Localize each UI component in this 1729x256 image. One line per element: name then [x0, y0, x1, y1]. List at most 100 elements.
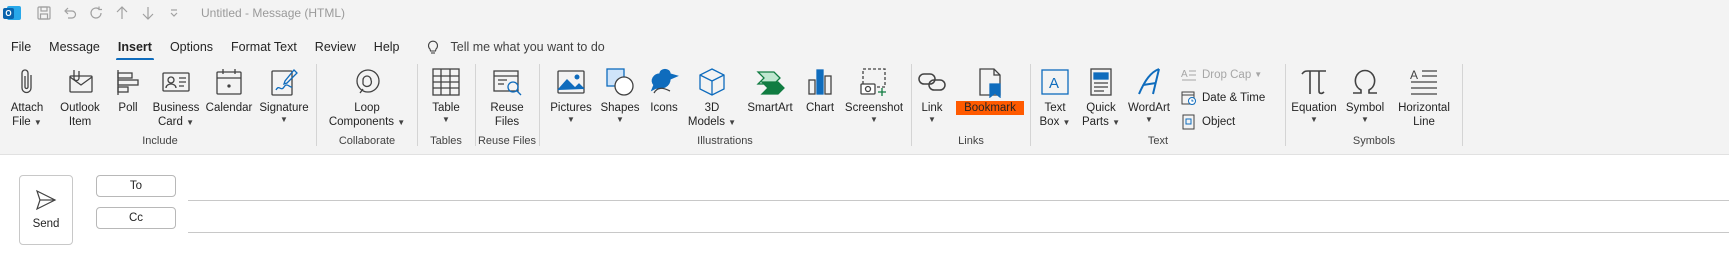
chevron-down-icon: ▼: [1310, 115, 1318, 124]
business-card-button[interactable]: Business Card ▼: [148, 64, 204, 129]
loop-components-button[interactable]: Loop Components ▼: [324, 64, 410, 129]
symbol-button[interactable]: Symbol ▼: [1342, 64, 1388, 125]
compose-area: Send To Cc: [0, 154, 1729, 256]
smartart-label: SmartArt: [747, 102, 793, 114]
outlook-item-label-2: Item: [68, 116, 92, 128]
horizontal-line-button[interactable]: A Horizontal Line: [1390, 64, 1458, 129]
to-field[interactable]: [188, 200, 1729, 201]
tell-me-search[interactable]: Tell me what you want to do: [425, 39, 605, 55]
ribbon-separator: [1462, 64, 1463, 146]
send-button[interactable]: Send: [19, 175, 73, 245]
object-button[interactable]: Object: [1181, 111, 1235, 133]
tab-message[interactable]: Message: [43, 36, 106, 58]
group-symbols: Equation ▼ Symbol ▼ A Horizontal Line Sy…: [1286, 60, 1462, 150]
3d-models-button[interactable]: 3D Models ▼: [686, 64, 738, 129]
down-arrow-icon[interactable]: [135, 1, 161, 25]
chevron-down-icon: ▼: [616, 115, 624, 124]
outlook-logo-icon: O: [3, 4, 21, 22]
attach-file-button[interactable]: Attach File ▼: [8, 64, 46, 129]
tab-review[interactable]: Review: [309, 36, 362, 58]
cc-field[interactable]: [188, 232, 1729, 233]
quick-parts-button[interactable]: Quick Parts ▼: [1079, 64, 1123, 129]
tab-help[interactable]: Help: [368, 36, 406, 58]
tab-format-text[interactable]: Format Text: [225, 36, 303, 58]
chevron-down-icon: ▼: [1361, 115, 1369, 124]
tab-options[interactable]: Options: [164, 36, 219, 58]
icons-icon: [647, 64, 681, 100]
group-text: A Text Box ▼ Quick Parts ▼ WordArt ▼ A D…: [1031, 60, 1285, 150]
reuse-files-button[interactable]: Reuse Files: [484, 64, 530, 129]
outlook-item-button[interactable]: Outlook Item: [55, 64, 105, 129]
screenshot-button[interactable]: Screenshot ▼: [842, 64, 906, 125]
horizontal-line-label-1: Horizontal: [1398, 102, 1450, 114]
ribbon-tabs: File Message Insert Options Format Text …: [0, 36, 605, 61]
reuse-files-label-2: Files: [494, 116, 520, 128]
chevron-down-icon: ▼: [280, 115, 288, 124]
group-label-collaborate: Collaborate: [338, 135, 396, 147]
reuse-files-icon: [490, 64, 524, 100]
group-label-symbols: Symbols: [1352, 135, 1396, 147]
pictures-button[interactable]: Pictures ▼: [546, 64, 596, 125]
chevron-down-icon: ▼: [870, 115, 878, 124]
send-icon: [35, 189, 57, 211]
svg-text:A: A: [1410, 68, 1418, 82]
chevron-down-icon: ▼: [567, 115, 575, 124]
group-links: Link ▼ Bookmark Links: [912, 60, 1030, 150]
attach-file-label-2: File ▼: [12, 116, 42, 128]
smartart-icon: [753, 64, 787, 100]
title-bar: O Untitled - Message (HTML): [0, 0, 1729, 26]
link-icon: [915, 64, 949, 100]
outlook-item-label-1: Outlook: [60, 102, 100, 114]
tab-file[interactable]: File: [5, 36, 37, 58]
chevron-down-icon: ▼: [928, 115, 936, 124]
save-icon[interactable]: [31, 1, 57, 25]
text-box-button[interactable]: A Text Box ▼: [1035, 64, 1075, 129]
cube-icon: [695, 64, 729, 100]
business-card-label-1: Business: [152, 102, 200, 114]
customize-qat-icon[interactable]: [161, 1, 187, 25]
wordart-label: WordArt: [1128, 102, 1170, 114]
group-collaborate: Loop Components ▼ Collaborate: [318, 60, 416, 150]
poll-button[interactable]: Poll: [111, 64, 145, 115]
undo-icon[interactable]: [57, 1, 83, 25]
group-illustrations: Pictures ▼ Shapes ▼ Icons 3D Models ▼ Sm…: [540, 60, 910, 150]
loop-icon: [350, 64, 384, 100]
group-label-reuse-files: Reuse Files: [477, 135, 537, 147]
paperclip-icon: [10, 64, 44, 100]
date-time-button[interactable]: Date & Time: [1181, 87, 1265, 109]
wordart-button[interactable]: WordArt ▼: [1125, 64, 1173, 125]
calendar-label: Calendar: [205, 102, 253, 114]
link-button[interactable]: Link ▼: [916, 64, 948, 125]
tab-insert[interactable]: Insert: [112, 36, 158, 61]
send-label: Send: [32, 218, 60, 230]
text-box-label-1: Text: [1044, 102, 1066, 114]
calendar-button[interactable]: Calendar: [204, 64, 254, 115]
shapes-icon: [603, 64, 637, 100]
quick-parts-label-1: Quick: [1086, 102, 1116, 114]
cc-button[interactable]: Cc: [96, 207, 176, 229]
poll-label: Poll: [118, 102, 138, 114]
icons-button[interactable]: Icons: [644, 64, 684, 115]
poll-icon: [111, 64, 145, 100]
chart-label: Chart: [805, 102, 835, 114]
smartart-button[interactable]: SmartArt: [740, 64, 800, 115]
equation-button[interactable]: Equation ▼: [1288, 64, 1340, 125]
to-button[interactable]: To: [96, 175, 176, 197]
redo-icon[interactable]: [83, 1, 109, 25]
chart-button[interactable]: Chart: [800, 64, 840, 115]
up-arrow-icon[interactable]: [109, 1, 135, 25]
object-icon: [1182, 114, 1195, 130]
table-button[interactable]: Table ▼: [426, 64, 466, 125]
drop-cap-button[interactable]: A Drop Cap ▼: [1181, 64, 1262, 86]
signature-icon: [267, 64, 301, 100]
date-time-label: Date & Time: [1202, 92, 1266, 104]
pi-icon: [1297, 64, 1331, 100]
group-label-include: Include: [142, 135, 178, 147]
shapes-label: Shapes: [600, 102, 640, 114]
group-include: Attach File ▼ Outlook Item Poll Business…: [4, 60, 316, 150]
shapes-button[interactable]: Shapes ▼: [598, 64, 642, 125]
bookmark-button[interactable]: Bookmark: [954, 64, 1026, 115]
screenshot-label: Screenshot: [844, 102, 904, 114]
icons-label: Icons: [650, 102, 678, 114]
signature-button[interactable]: Signature ▼: [256, 64, 312, 125]
